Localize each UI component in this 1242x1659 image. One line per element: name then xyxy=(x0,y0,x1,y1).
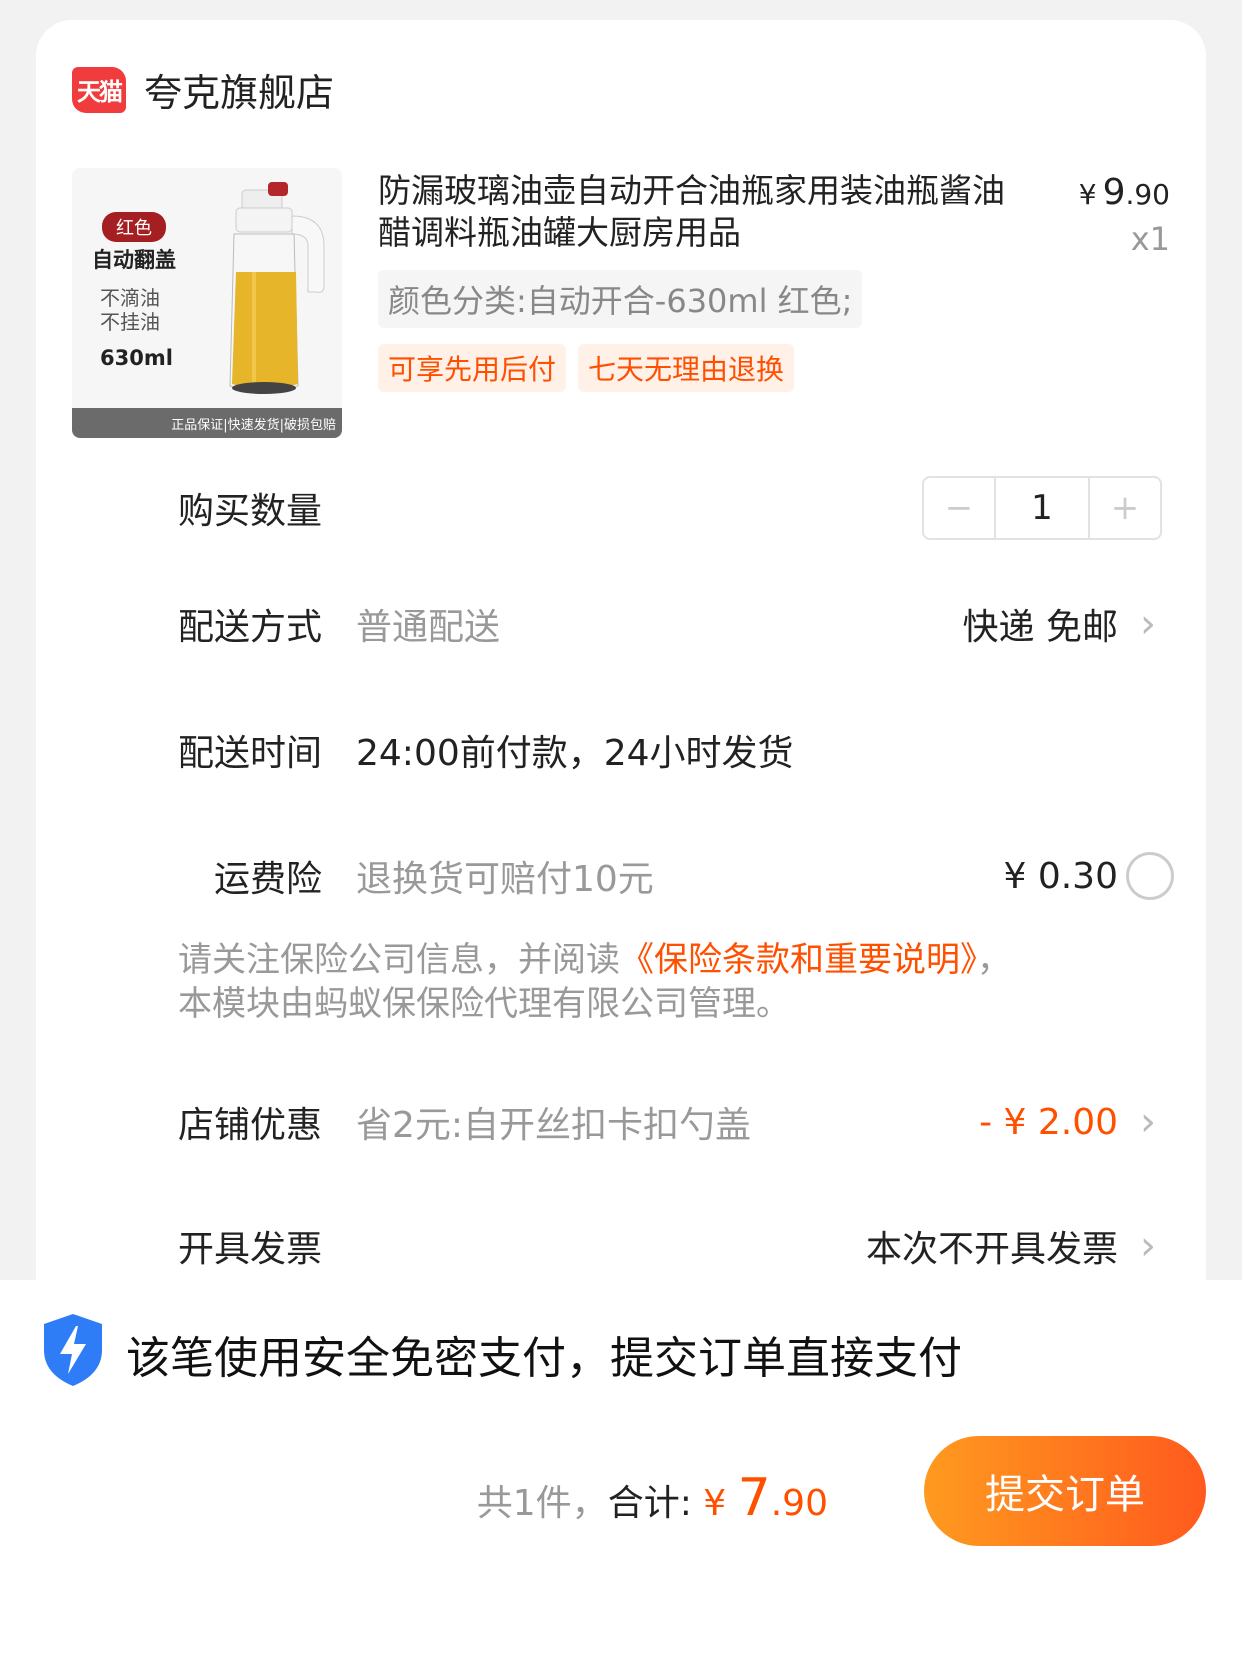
decrement-button[interactable]: − xyxy=(924,478,994,538)
shop-header[interactable]: 天猫 夸克旗舰店 xyxy=(72,62,334,117)
thumb-footer: 正品保证|快速发货|破损包赔 xyxy=(72,408,342,438)
insurance-terms-link[interactable]: 《保险条款和重要说明》 xyxy=(620,940,977,980)
delivery-desc: 普通配送 xyxy=(356,607,501,648)
quantity-stepper[interactable]: − 1 + xyxy=(922,476,1162,540)
discount-desc: 省2元:自开丝扣卡扣勺盖 xyxy=(356,1105,752,1146)
watermark: zhizhizhi.com xyxy=(1112,1634,1234,1655)
insurance-radio[interactable] xyxy=(1126,852,1174,900)
invoice-value: 本次不开具发票 xyxy=(865,1229,1118,1270)
insurance-price: ¥ 0.30 xyxy=(1003,855,1118,897)
order-card: 天猫 夸克旗舰店 红色 自动翻盖 不滴油 不挂油 630ml 正品保证|快速发货… xyxy=(36,20,1206,1420)
total-amount: ¥ 7.90 xyxy=(703,1468,828,1528)
product-price: ¥9.90 xyxy=(1079,172,1170,213)
thumb-subtitle: 不滴油 不挂油 xyxy=(100,286,160,334)
shop-name[interactable]: 夸克旗舰店 xyxy=(144,62,334,117)
badge-pay-later: 可享先用后付 xyxy=(378,344,567,392)
total-cents: .90 xyxy=(770,1483,828,1524)
delivery-time-desc: 24:00前付款，24小时发货 xyxy=(356,733,794,774)
submit-order-button[interactable]: 提交订单 xyxy=(924,1436,1206,1546)
discount-label: 店铺优惠 xyxy=(177,1105,322,1146)
delivery-value: 快递 免邮 xyxy=(962,607,1118,648)
row-delivery-time: 配送时间 24:00前付款，24小时发货 xyxy=(36,728,1206,774)
increment-button[interactable]: + xyxy=(1090,478,1160,538)
insurance-desc: 退换货可赔付10元 xyxy=(356,859,654,900)
thumb-color-tag: 红色 xyxy=(102,212,166,242)
tmall-logo: 天猫 xyxy=(72,66,126,113)
notice-text: 请关注保险公司信息，并阅读 xyxy=(178,940,620,980)
badge-7day-return: 七天无理由退换 xyxy=(578,344,795,392)
total-label: 合计: xyxy=(607,1483,692,1524)
quantity-label: 购买数量 xyxy=(177,491,322,532)
oil-bottle-image xyxy=(229,182,325,394)
total-integer: 7 xyxy=(737,1468,771,1528)
quantity-input[interactable]: 1 xyxy=(994,478,1090,538)
delivery-time-label: 配送时间 xyxy=(177,733,322,774)
product-quantity: x1 xyxy=(1130,220,1170,258)
total-currency: ¥ xyxy=(703,1483,738,1524)
insurance-notice: 请关注保险公司信息，并阅读《保险条款和重要说明》，本模块由蚂蚁保保险代理有限公司… xyxy=(178,938,1038,1026)
secure-shield-icon xyxy=(44,1314,102,1386)
thumb-title: 自动翻盖 xyxy=(92,248,176,272)
product-thumbnail[interactable]: 红色 自动翻盖 不滴油 不挂油 630ml 正品保证|快速发货|破损包赔 xyxy=(72,168,342,438)
row-shipping-insurance[interactable]: 运费险 退换货可赔付10元 ¥ 0.30 xyxy=(36,852,1206,900)
chevron-right-icon: › xyxy=(1140,601,1156,647)
secure-pay-text: 该笔使用安全免密支付，提交订单直接支付 xyxy=(126,1333,962,1384)
chevron-right-icon: › xyxy=(1140,1223,1156,1269)
price-cents: .90 xyxy=(1125,178,1170,211)
item-count: 共1件， xyxy=(476,1483,608,1524)
payment-bar: 该笔使用安全免密支付，提交订单直接支付 共1件，合计: ¥ 7.90 提交订单 … xyxy=(0,1280,1242,1659)
row-delivery-method[interactable]: 配送方式 普通配送 快递 免邮 › xyxy=(36,601,1206,648)
service-badges: 可享先用后付 七天无理由退换 xyxy=(378,344,795,392)
row-shop-discount[interactable]: 店铺优惠 省2元:自开丝扣卡扣勺盖 - ¥ 2.00 › xyxy=(36,1099,1206,1147)
discount-value: - ¥ 2.00 xyxy=(979,1101,1118,1143)
price-integer: 9 xyxy=(1102,172,1126,213)
price-currency: ¥ xyxy=(1078,178,1097,211)
product-title[interactable]: 防漏玻璃油壶自动开合油瓶家用装油瓶酱油醋调料瓶油罐大厨房用品 xyxy=(378,170,1008,254)
insurance-label: 运费险 xyxy=(213,859,322,900)
product-sku[interactable]: 颜色分类:自动开合-630ml 红色; xyxy=(378,270,863,328)
order-total: 共1件，合计: ¥ 7.90 xyxy=(477,1468,828,1528)
invoice-label: 开具发票 xyxy=(177,1229,322,1270)
row-invoice[interactable]: 开具发票 本次不开具发票 › xyxy=(36,1223,1206,1270)
thumb-size: 630ml xyxy=(100,346,173,370)
delivery-label: 配送方式 xyxy=(177,607,322,648)
chevron-right-icon: › xyxy=(1140,1099,1156,1145)
